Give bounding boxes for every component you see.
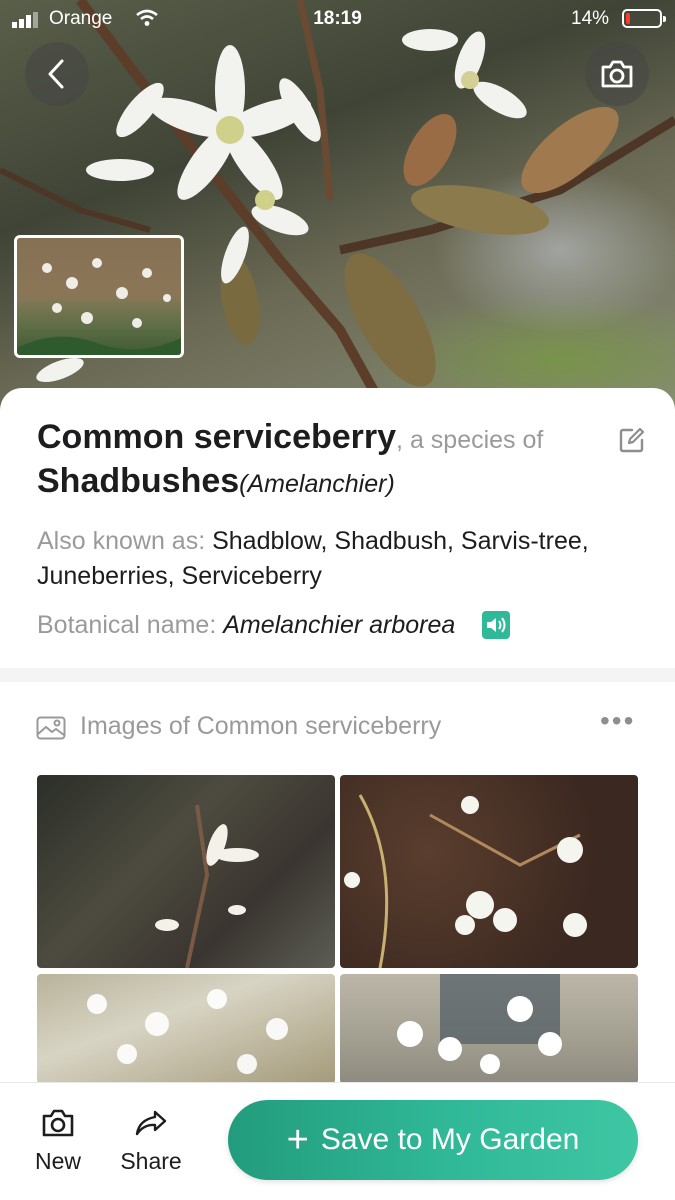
share-icon: [135, 1110, 167, 1136]
new-label: New: [34, 1148, 81, 1174]
speaker-icon: [487, 617, 506, 633]
plus-icon: +: [286, 1119, 309, 1161]
genus-line: Shadbushes(Amelanchier): [37, 462, 395, 501]
share-label: Share: [120, 1148, 182, 1174]
image-gallery-icon: [36, 716, 66, 740]
botanical-name: Botanical name: Amelanchier arborea: [37, 608, 455, 643]
chevron-left-icon: [48, 59, 64, 89]
gallery-photo-2-art: [344, 794, 587, 968]
camera-icon: [42, 1109, 74, 1137]
edit-icon[interactable]: [618, 426, 646, 454]
new-scan-button[interactable]: New: [18, 1108, 98, 1175]
genus-scientific-name: (Amelanchier): [239, 470, 395, 498]
gallery-photo-1[interactable]: [37, 775, 335, 968]
genus-common-name[interactable]: Shadbushes: [37, 462, 239, 500]
battery-fill: [626, 13, 630, 24]
gallery-photo-3[interactable]: [37, 974, 335, 1084]
pronounce-button[interactable]: [482, 611, 510, 639]
gallery-photo-4[interactable]: [340, 974, 638, 1084]
images-section-title: Images of Common serviceberry: [80, 712, 442, 740]
section-divider: [0, 668, 675, 682]
botanical-value: Amelanchier arborea: [223, 611, 456, 639]
thumbnail-art: [17, 238, 181, 355]
gallery-photo-3-art: [87, 989, 288, 1074]
also-known-as: Also known as: Shadblow, Shadbush, Sarvi…: [37, 524, 647, 594]
camera-icon: [601, 60, 633, 88]
gallery-photo-1-art: [155, 804, 259, 968]
species-of-text: , a species of: [396, 426, 544, 454]
gallery-photo-4-art: [397, 974, 562, 1074]
camera-button[interactable]: [585, 42, 649, 106]
common-name: Common serviceberry: [37, 418, 397, 456]
user-photo-thumbnail[interactable]: [14, 235, 184, 358]
save-label: Save to My Garden: [320, 1123, 580, 1156]
battery-percent: 14%: [571, 8, 610, 29]
gallery-photo-2[interactable]: [340, 775, 638, 968]
share-button[interactable]: Share: [111, 1108, 191, 1175]
botanical-label: Botanical name:: [37, 611, 224, 639]
more-options-icon[interactable]: •••: [600, 705, 635, 737]
battery-icon: [622, 9, 666, 28]
also-known-label: Also known as:: [37, 527, 213, 555]
plant-title: Common serviceberry, a species of: [37, 418, 597, 457]
save-to-garden-button[interactable]: + Save to My Garden: [228, 1100, 638, 1180]
back-button[interactable]: [25, 42, 89, 106]
status-bar: Orange 18:19 14%: [0, 0, 675, 40]
